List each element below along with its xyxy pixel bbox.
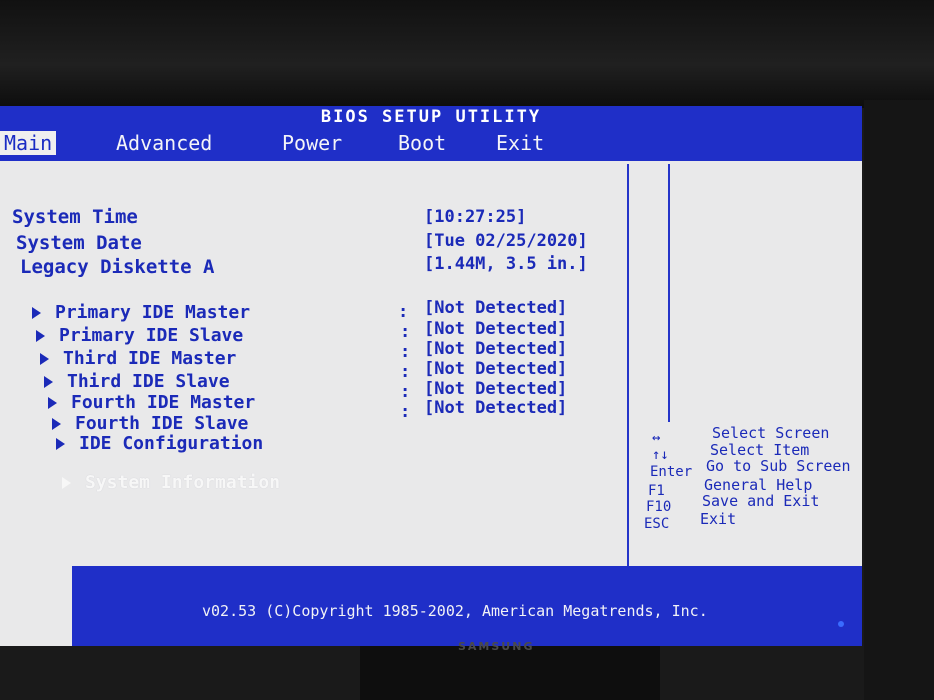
third-ide-master-item[interactable]: Third IDE Master bbox=[40, 348, 236, 369]
help-key-f10: F10 bbox=[646, 499, 672, 515]
footer-bar: v02.53 (C)Copyright 1985-2002, American … bbox=[72, 566, 862, 646]
help-key-enter: Enter bbox=[650, 464, 693, 480]
monitor: BIOS SETUP UTILITY Main Advanced Power B… bbox=[0, 0, 934, 700]
primary-ide-master-item[interactable]: Primary IDE Master bbox=[32, 302, 250, 323]
primary-ide-slave-value: [Not Detected] bbox=[424, 319, 568, 339]
help-key-esc: ESC bbox=[644, 516, 670, 532]
system-information-item[interactable]: System Information bbox=[62, 472, 280, 493]
help-select-screen: Select Screen bbox=[712, 424, 830, 442]
monitor-bezel-right bbox=[864, 100, 934, 700]
arrows-lr-icon: ↔ bbox=[652, 430, 661, 446]
arrow-right-icon bbox=[62, 477, 71, 489]
arrows-ud-icon: ↑↓ bbox=[652, 447, 669, 463]
colon-separator: : bbox=[400, 342, 411, 362]
colon-separator: : bbox=[400, 402, 411, 422]
arrow-right-icon bbox=[36, 330, 45, 342]
arrow-right-icon bbox=[52, 418, 61, 430]
tab-power[interactable]: Power bbox=[278, 131, 346, 155]
monitor-bezel bbox=[0, 0, 934, 108]
fourth-ide-slave-value: [Not Detected] bbox=[424, 398, 568, 418]
primary-ide-slave-item[interactable]: Primary IDE Slave bbox=[36, 325, 243, 346]
help-go-to-sub-screen: Go to Sub Screen bbox=[706, 457, 851, 475]
help-exit: Exit bbox=[700, 510, 737, 528]
menu-bar: Main Advanced Power Boot Exit bbox=[0, 128, 862, 158]
third-ide-slave-item[interactable]: Third IDE Slave bbox=[44, 371, 230, 392]
help-save-and-exit: Save and Exit bbox=[702, 492, 820, 510]
legacy-diskette-label[interactable]: Legacy Diskette A bbox=[20, 256, 214, 278]
arrow-right-icon bbox=[40, 353, 49, 365]
third-ide-master-value: [Not Detected] bbox=[424, 339, 568, 359]
monitor-brand-logo: SAMSUNG bbox=[458, 640, 535, 653]
legacy-diskette-value[interactable]: [1.44M, 3.5 in.] bbox=[424, 254, 588, 274]
arrow-right-icon bbox=[48, 397, 57, 409]
arrow-right-icon bbox=[56, 438, 65, 450]
ide-configuration-item[interactable]: IDE Configuration bbox=[56, 433, 263, 454]
power-led-icon bbox=[838, 621, 844, 627]
help-key-f1: F1 bbox=[648, 483, 665, 499]
arrow-right-icon bbox=[32, 307, 41, 319]
fourth-ide-master-value: [Not Detected] bbox=[424, 379, 568, 399]
primary-ide-master-value: [Not Detected] bbox=[424, 298, 568, 318]
system-time-value[interactable]: [10:27:25] bbox=[424, 207, 526, 227]
system-date-label[interactable]: System Date bbox=[16, 232, 142, 254]
tab-advanced[interactable]: Advanced bbox=[112, 131, 216, 155]
colon-separator: : bbox=[398, 302, 409, 322]
fourth-ide-master-item[interactable]: Fourth IDE Master bbox=[48, 392, 255, 413]
fourth-ide-slave-item[interactable]: Fourth IDE Slave bbox=[52, 413, 248, 434]
colon-separator: : bbox=[400, 382, 411, 402]
tab-exit[interactable]: Exit bbox=[492, 131, 548, 155]
bios-screen: BIOS SETUP UTILITY Main Advanced Power B… bbox=[0, 106, 862, 646]
colon-separator: : bbox=[400, 362, 411, 382]
window-title: BIOS SETUP UTILITY bbox=[0, 106, 862, 128]
third-ide-slave-value: [Not Detected] bbox=[424, 359, 568, 379]
system-date-value[interactable]: [Tue 02/25/2020] bbox=[424, 231, 588, 251]
arrow-right-icon bbox=[44, 376, 53, 388]
tab-main[interactable]: Main bbox=[0, 131, 57, 155]
system-time-label[interactable]: System Time bbox=[12, 206, 138, 228]
menu-divider bbox=[0, 158, 862, 161]
tab-boot[interactable]: Boot bbox=[394, 131, 450, 155]
copyright-text: v02.53 (C)Copyright 1985-2002, American … bbox=[202, 602, 708, 620]
colon-separator: : bbox=[400, 322, 411, 342]
